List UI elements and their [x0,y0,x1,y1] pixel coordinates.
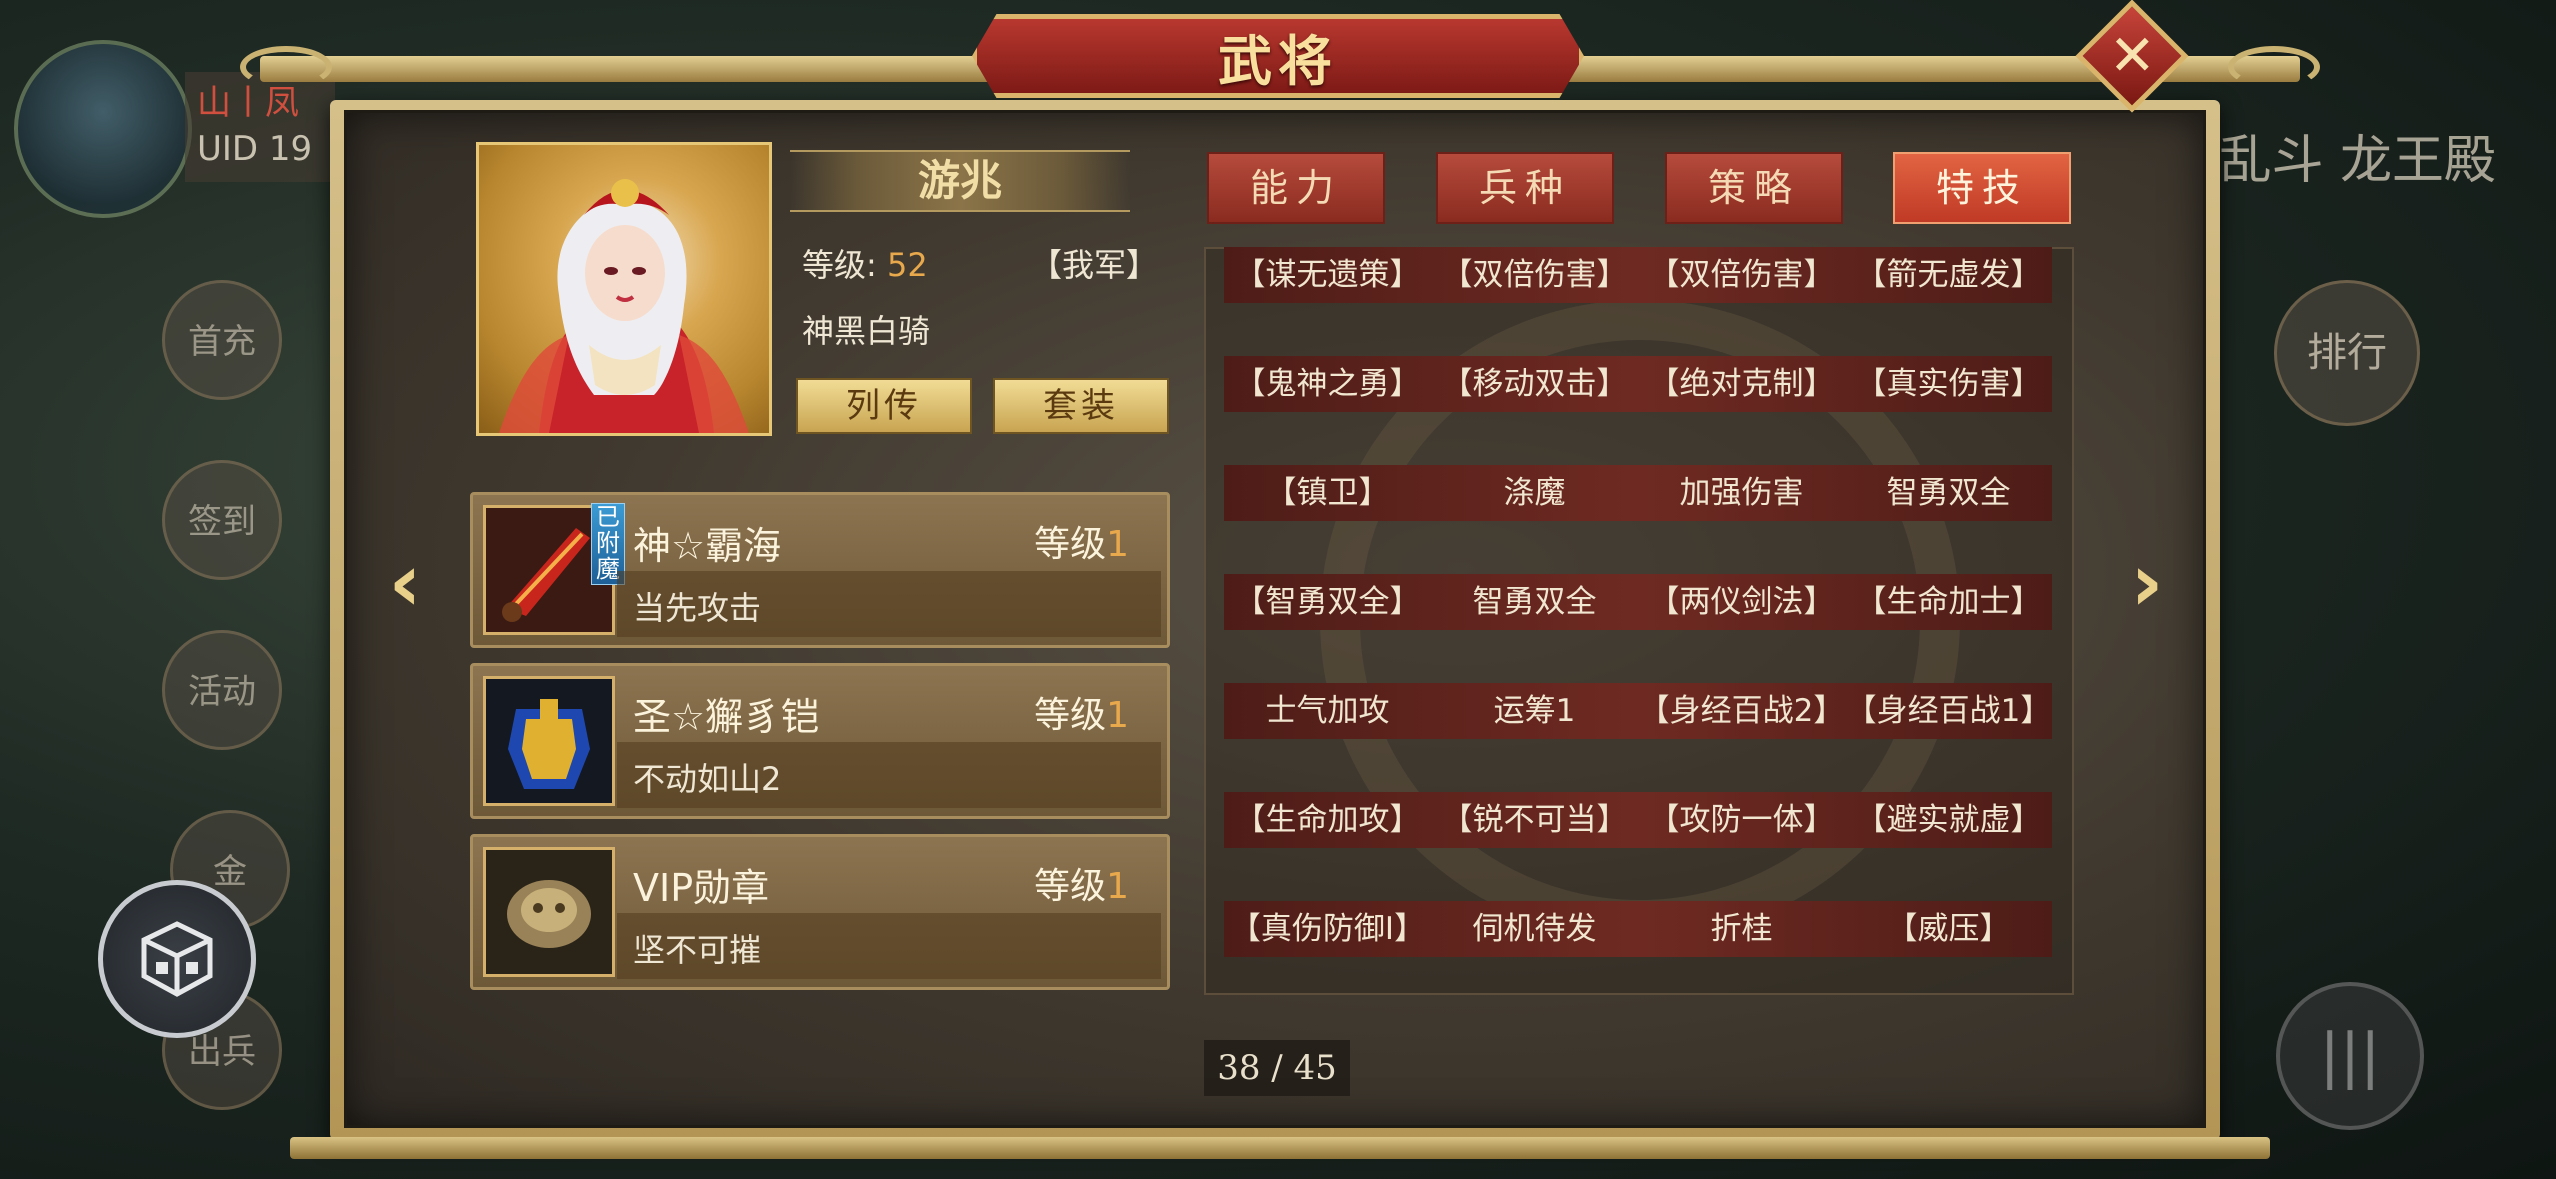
close-button[interactable]: ✕ [2075,0,2189,113]
tab-ability[interactable]: 能力 [1207,152,1385,224]
equipment-desc: 不动如山2 [633,760,782,798]
hero-faction: 【我军】 [1030,246,1159,284]
skill-row: 【鬼神之勇】 【移动双击】 【绝对克制】 【真实伤害】 [1224,356,2052,412]
skill-item[interactable]: 【谋无遗策】 [1224,247,1431,303]
bottom-rail [290,1137,2270,1159]
equipment-level-value: 1 [1106,866,1129,907]
equipment-name: VIP勋章 [633,866,770,910]
equipment-level-label: 等级 [1034,695,1107,736]
player-name: 山丨凤 [197,83,299,123]
skill-item[interactable]: 【生命加攻】 [1224,792,1431,848]
bronze-medal-icon [483,847,615,977]
skill-item[interactable]: 【真伤防御Ⅰ】 [1224,901,1431,957]
equipment-level: 等级1 [1034,515,1129,567]
skill-item[interactable]: 【攻防一体】 [1638,792,1845,848]
equipment-slot-weapon[interactable]: 已附魔 神☆霸海 等级1 当先攻击 [470,492,1170,648]
skill-item[interactable]: 涤魔 [1431,465,1638,521]
cube-menu-button[interactable] [98,880,256,1038]
skill-row: 【智勇双全】 智勇双全 【两仪剑法】 【生命加士】 [1224,574,2052,630]
equipment-name: 神☆霸海 [633,524,782,568]
skill-item[interactable]: 【镇卫】 [1224,465,1431,521]
side-button-label: 活动 [188,672,256,712]
equipment-level-label: 等级 [1034,524,1107,565]
tab-troop-type[interactable]: 兵种 [1436,152,1614,224]
side-button-sign-in[interactable]: 签到 [162,460,282,580]
skill-item[interactable]: 【避实就虚】 [1845,792,2052,848]
player-tag: 山丨凤 UID 19 [185,72,335,182]
side-button-label: 首充 [188,322,256,362]
skill-item[interactable]: 【智勇双全】 [1224,574,1431,630]
hero-name: 游兆 [790,150,1130,212]
skill-item[interactable]: 伺机待发 [1431,901,1638,957]
hero-level: 等级: 52 [802,240,928,286]
equipment-level-value: 1 [1106,695,1129,736]
equipment-slot-armor[interactable]: 圣☆獬豸铠 等级1 不动如山2 [470,663,1170,819]
level-label: 等级: [802,246,877,284]
skill-item[interactable]: 【鬼神之勇】 [1224,356,1431,412]
skill-item[interactable]: 【双倍伤害】 [1638,247,1845,303]
skill-row: 【生命加攻】 【锐不可当】 【攻防一体】 【避实就虚】 [1224,792,2052,848]
equipment-level-label: 等级 [1034,866,1107,907]
event-title: 乱斗 龙王殿 [2219,131,2496,191]
equipment-level: 等级1 [1034,686,1129,738]
equipment-desc: 坚不可摧 [633,931,762,969]
skill-item[interactable]: 【威压】 [1845,901,2052,957]
biography-button[interactable]: 列传 [796,378,972,434]
skill-item[interactable]: 【绝对克制】 [1638,356,1845,412]
skill-item[interactable]: 智勇双全 [1431,574,1638,630]
equipment-level-value: 1 [1106,524,1129,565]
equipment-level: 等级1 [1034,857,1129,909]
side-button-activity[interactable]: 活动 [162,630,282,750]
menu-icon: ||| [2319,1021,2381,1091]
cube-icon [141,921,213,997]
blue-armor-icon [483,676,615,806]
skill-item[interactable]: 【生命加士】 [1845,574,2052,630]
skill-item[interactable]: 【移动双击】 [1431,356,1638,412]
side-button-first-recharge[interactable]: 首充 [162,280,282,400]
next-hero-arrow-icon[interactable]: › [2118,543,2176,623]
skill-row: 【真伤防御Ⅰ】 伺机待发 折桂 【威压】 [1224,901,2052,957]
rank-button[interactable]: 排行 [2274,280,2420,426]
dialog-title: 武将 [1218,28,1338,93]
hero-unit-type: 神黑白骑 [802,312,931,350]
rank-label: 排行 [2307,330,2387,376]
skill-item[interactable]: 智勇双全 [1845,465,2052,521]
tab-strategy[interactable]: 策略 [1665,152,1843,224]
page-indicator: 38 / 45 [1204,1040,1350,1096]
outfit-button[interactable]: 套装 [993,378,1169,434]
side-button-label: 签到 [188,502,256,542]
skill-item[interactable]: 运筹1 [1431,683,1638,739]
prev-hero-arrow-icon[interactable]: ‹ [376,543,434,623]
skill-row: 【谋无遗策】 【双倍伤害】 【双倍伤害】 【箭无虚发】 [1224,247,2052,303]
player-avatar[interactable] [14,40,192,218]
player-uid: UID 19 [197,129,313,169]
side-button-label: 金 [213,852,247,892]
skill-item[interactable]: 【双倍伤害】 [1431,247,1638,303]
title-plate: 武将 [972,14,1584,98]
hero-portrait-art [499,179,749,433]
tab-special-skills[interactable]: 特技 [1893,152,2071,224]
equipment-slot-medal[interactable]: VIP勋章 等级1 坚不可摧 [470,834,1170,990]
equipment-desc: 当先攻击 [633,589,762,627]
skill-item[interactable]: 【锐不可当】 [1431,792,1638,848]
skill-item[interactable]: 【箭无虚发】 [1845,247,2052,303]
skill-item[interactable]: 【身经百战1】 [1845,683,2052,739]
skill-item[interactable]: 【身经百战2】 [1638,683,1845,739]
skill-item[interactable]: 加强伤害 [1638,465,1845,521]
side-button-label: 出兵 [188,1032,256,1072]
skill-row: 士气加攻 运筹1 【身经百战2】 【身经百战1】 [1224,683,2052,739]
skill-item[interactable]: 士气加攻 [1224,683,1431,739]
hero-portrait [476,142,772,436]
menu-button[interactable]: ||| [2276,982,2424,1130]
skill-item[interactable]: 折桂 [1638,901,1845,957]
skill-row: 【镇卫】 涤魔 加强伤害 智勇双全 [1224,465,2052,521]
close-icon: ✕ [2108,22,2156,88]
skill-item[interactable]: 【两仪剑法】 [1638,574,1845,630]
equipment-name: 圣☆獬豸铠 [633,695,820,739]
skill-item[interactable]: 【真实伤害】 [1845,356,2052,412]
level-value: 52 [886,246,928,284]
